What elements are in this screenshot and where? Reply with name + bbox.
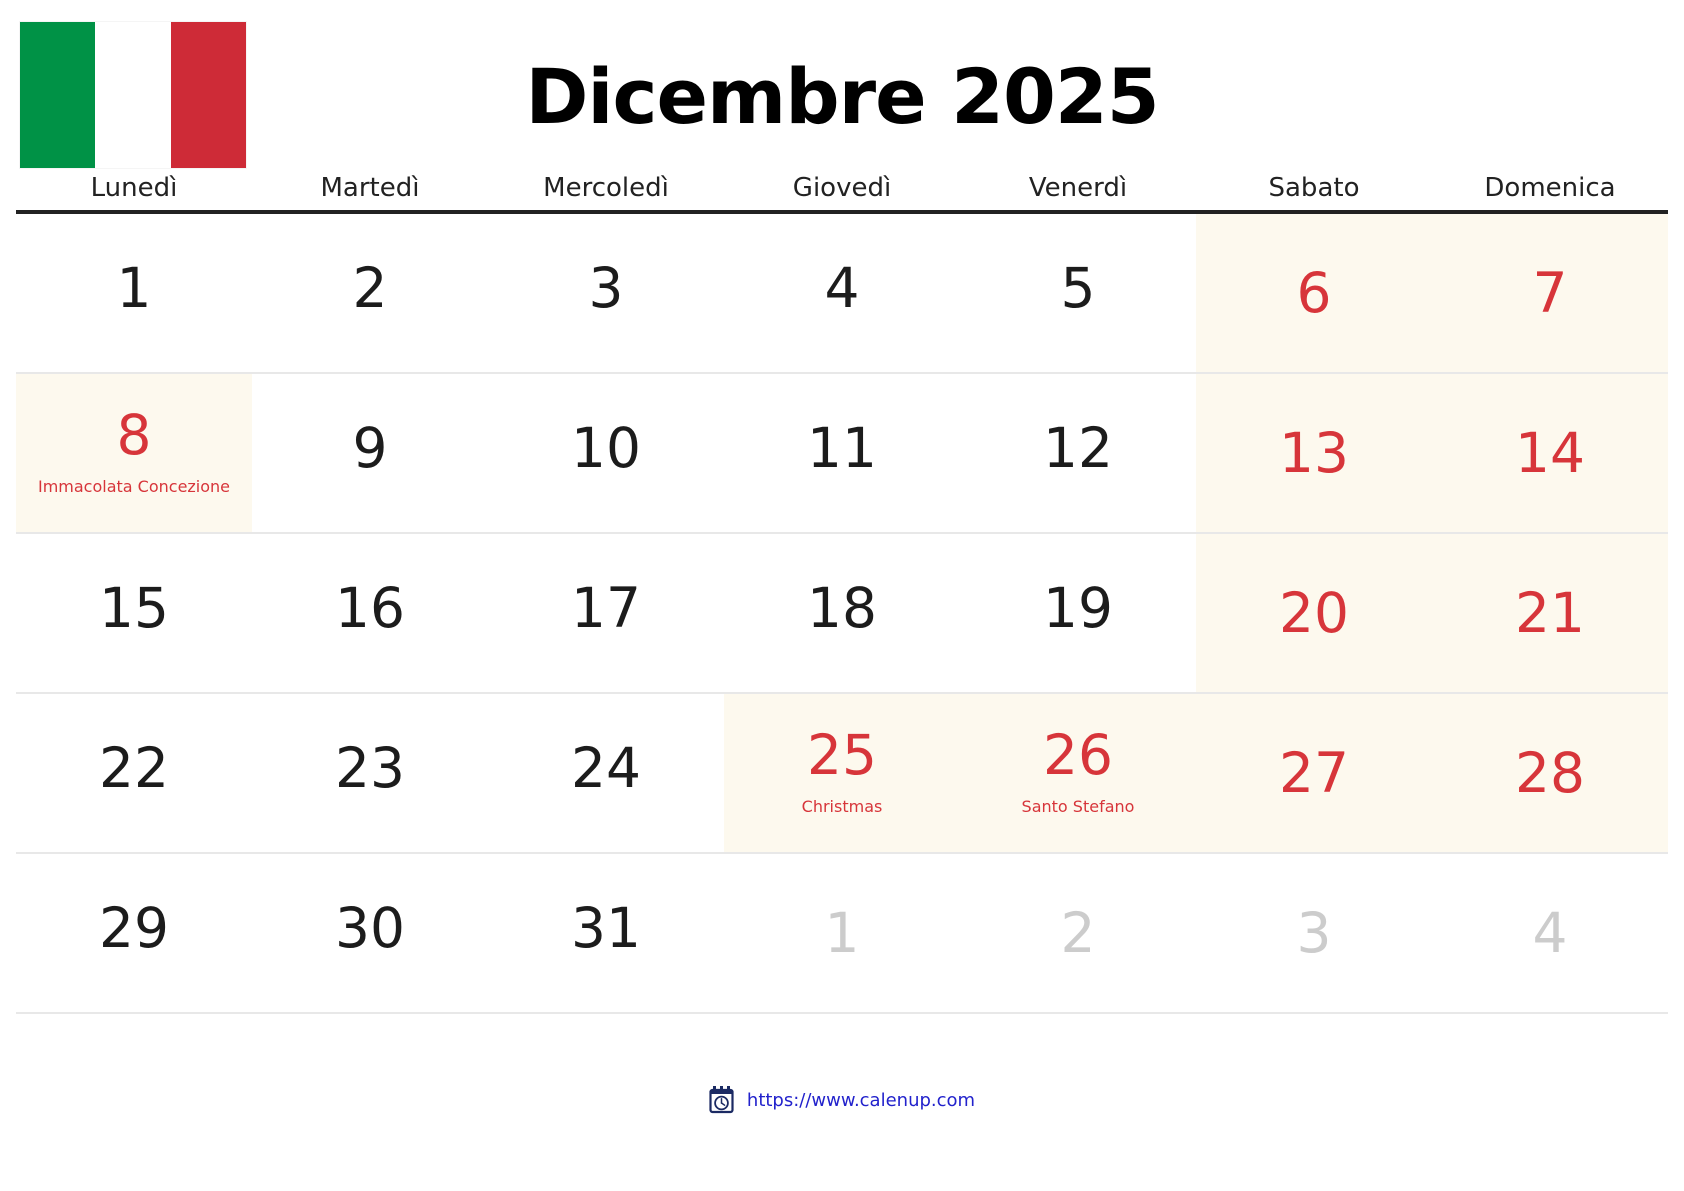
day-cell[interactable]: 16	[252, 534, 488, 692]
day-cell[interactable]: 18	[724, 534, 960, 692]
day-number: 12	[1043, 416, 1113, 480]
day-number: 29	[99, 896, 169, 960]
day-number: 21	[1515, 580, 1585, 645]
day-number: 7	[1532, 260, 1568, 325]
weekday-header-tuesday: Martedì	[320, 173, 420, 203]
day-number: 4	[824, 256, 860, 320]
day-number: 5	[1060, 256, 1096, 320]
day-cell[interactable]: 1	[724, 854, 960, 1012]
footer: https://www.calenup.com	[16, 1072, 1668, 1114]
day-cell[interactable]: 3	[488, 214, 724, 372]
day-cell[interactable]: 6	[1196, 214, 1432, 372]
day-number: 1	[116, 256, 152, 320]
page-title: Dicembre 2025	[525, 52, 1159, 141]
week-row: 1 2 3 4 5 6 7	[16, 214, 1668, 374]
calendar-grid: Lunedì Martedì Mercoledì Giovedì Venerdì…	[16, 175, 1668, 1014]
day-number: 3	[1296, 900, 1332, 965]
day-cell[interactable]: 29	[16, 854, 252, 1012]
day-number: 10	[571, 416, 641, 480]
day-number: 2	[1060, 900, 1096, 965]
calendar-clock-icon	[709, 1086, 734, 1114]
day-cell[interactable]: 2	[960, 854, 1196, 1012]
week-row: 15 16 17 18 19 20 21	[16, 534, 1668, 694]
day-cell[interactable]: 26 Santo Stefano	[960, 694, 1196, 852]
day-number: 22	[99, 736, 169, 800]
weekday-header-thursday: Giovedì	[792, 173, 892, 203]
day-number: 17	[571, 576, 641, 640]
day-cell[interactable]: 17	[488, 534, 724, 692]
day-cell[interactable]: 11	[724, 374, 960, 532]
day-number: 31	[571, 896, 641, 960]
day-number: 2	[352, 256, 388, 320]
day-cell[interactable]: 22	[16, 694, 252, 852]
day-cell[interactable]: 20	[1196, 534, 1432, 692]
day-number: 27	[1279, 740, 1349, 805]
day-cell[interactable]: 13	[1196, 374, 1432, 532]
day-number: 16	[335, 576, 405, 640]
day-number: 19	[1043, 576, 1113, 640]
day-cell[interactable]: 21	[1432, 534, 1668, 692]
day-cell[interactable]: 23	[252, 694, 488, 852]
day-cell[interactable]: 2	[252, 214, 488, 372]
week-row: 8 Immacolata Concezione 9 10 11 12 13 14	[16, 374, 1668, 534]
day-cell[interactable]: 8 Immacolata Concezione	[16, 374, 252, 532]
day-number: 30	[335, 896, 405, 960]
weekday-header-saturday: Sabato	[1268, 173, 1360, 203]
weekday-header-row: Lunedì Martedì Mercoledì Giovedì Venerdì…	[16, 175, 1668, 214]
day-cell[interactable]: 15	[16, 534, 252, 692]
day-number: 15	[99, 576, 169, 640]
weekday-header-friday: Venerdì	[1028, 173, 1128, 203]
day-cell[interactable]: 28	[1432, 694, 1668, 852]
day-number: 25	[807, 722, 877, 787]
weekday-header-wednesday: Mercoledì	[543, 173, 669, 203]
weekday-header-monday: Lunedì	[90, 173, 178, 203]
day-cell[interactable]: 31	[488, 854, 724, 1012]
day-cell[interactable]: 9	[252, 374, 488, 532]
day-number: 23	[335, 736, 405, 800]
day-number: 20	[1279, 580, 1349, 645]
day-cell[interactable]: 25 Christmas	[724, 694, 960, 852]
day-cell[interactable]: 14	[1432, 374, 1668, 532]
day-number: 6	[1296, 260, 1332, 325]
holiday-label: Immacolata Concezione	[37, 476, 231, 496]
day-cell[interactable]: 12	[960, 374, 1196, 532]
calenup-link[interactable]: https://www.calenup.com	[747, 1090, 975, 1111]
day-cell[interactable]: 1	[16, 214, 252, 372]
holiday-label: Santo Stefano	[1021, 796, 1135, 816]
day-cell[interactable]: 4	[1432, 854, 1668, 1012]
day-number: 18	[807, 576, 877, 640]
day-number: 24	[571, 736, 641, 800]
day-number: 13	[1279, 420, 1349, 485]
day-cell[interactable]: 24	[488, 694, 724, 852]
day-cell[interactable]: 27	[1196, 694, 1432, 852]
day-cell[interactable]: 3	[1196, 854, 1432, 1012]
day-cell[interactable]: 30	[252, 854, 488, 1012]
holiday-label: Christmas	[801, 796, 883, 816]
week-row: 29 30 31 1 2 3 4	[16, 854, 1668, 1014]
day-number: 1	[824, 900, 860, 965]
calendar-weeks: 1 2 3 4 5 6 7 8 Immacolata Concezione 9 10 11 12 13 14…	[16, 214, 1668, 1014]
day-number: 28	[1515, 740, 1585, 805]
day-cell[interactable]: 10	[488, 374, 724, 532]
day-number: 26	[1043, 722, 1113, 787]
day-number: 9	[352, 416, 388, 480]
weekday-header-sunday: Domenica	[1484, 173, 1616, 203]
day-cell[interactable]: 7	[1432, 214, 1668, 372]
day-number: 11	[807, 416, 877, 480]
day-cell[interactable]: 4	[724, 214, 960, 372]
day-cell[interactable]: 19	[960, 534, 1196, 692]
day-number: 4	[1532, 900, 1568, 965]
day-cell[interactable]: 5	[960, 214, 1196, 372]
day-number: 14	[1515, 420, 1585, 485]
week-row: 22 23 24 25 Christmas 26 Santo Stefano 27 28	[16, 694, 1668, 854]
calendar-header: Dicembre 2025	[0, 0, 1684, 175]
day-number: 8	[116, 402, 152, 467]
day-number: 3	[588, 256, 624, 320]
